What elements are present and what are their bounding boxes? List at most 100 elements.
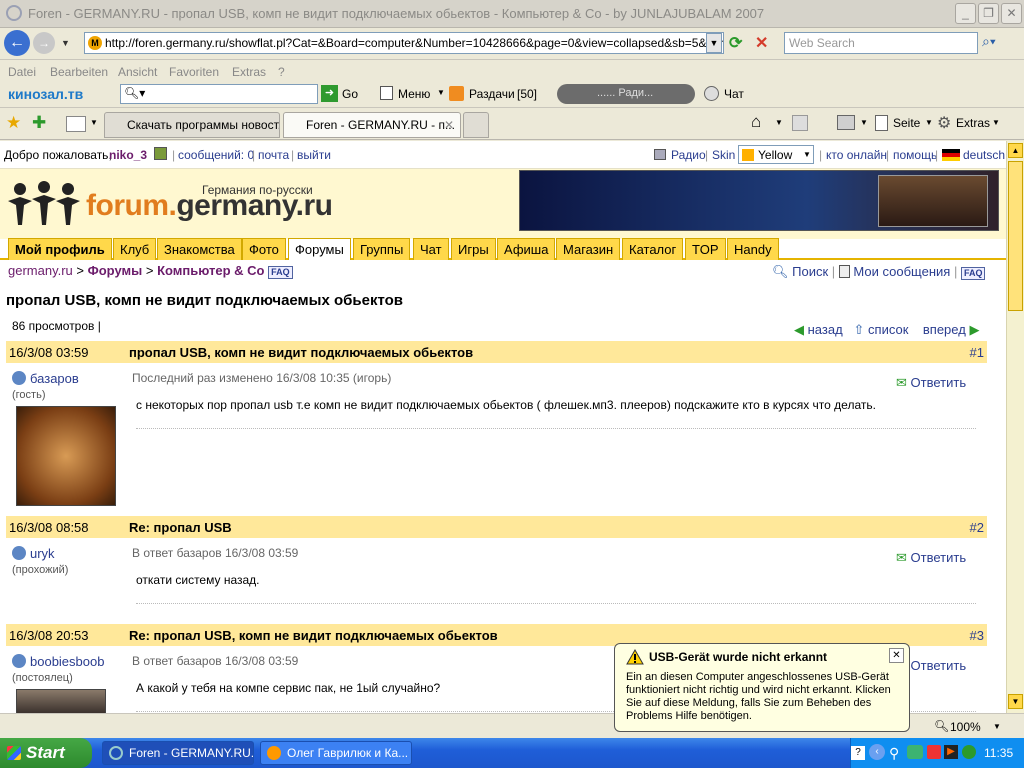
vertical-scrollbar[interactable]: ▲ ▼	[1006, 141, 1024, 713]
post-number-link[interactable]: #3	[970, 628, 984, 643]
menu-file[interactable]: Datei	[8, 65, 36, 79]
menu-view[interactable]: Ansicht	[118, 65, 157, 79]
page-dropdown-icon[interactable]: ▼	[925, 118, 933, 127]
forward-button[interactable]: →	[33, 32, 55, 54]
breadcrumb-site[interactable]: germany.ru	[8, 263, 73, 278]
tab-club[interactable]: Клуб	[113, 238, 157, 260]
back-link[interactable]: назад	[808, 322, 843, 337]
menu-extras[interactable]: Extras	[232, 65, 266, 79]
address-bar[interactable]: M http://foren.germany.ru/showflat.pl?Ca…	[84, 32, 724, 54]
skin-link[interactable]: Skin	[712, 148, 735, 162]
tab-my-profile[interactable]: Мой профиль	[8, 238, 112, 260]
network-icon[interactable]	[907, 745, 923, 759]
usb-icon[interactable]: ⚲	[889, 745, 899, 762]
scroll-thumb[interactable]	[1008, 161, 1023, 311]
web-search-input[interactable]: Web Search	[784, 32, 978, 54]
scroll-down-icon[interactable]: ▼	[1008, 694, 1023, 709]
post-number-link[interactable]: #2	[970, 520, 984, 535]
chevron-down-icon[interactable]: ▼	[437, 88, 445, 97]
usb-notification-balloon[interactable]: USB-Gerät wurde nicht erkannt ✕ Ein an d…	[614, 643, 910, 732]
kinozal-brand[interactable]: кинозал.тв	[8, 86, 83, 102]
mail-link[interactable]: почта	[258, 148, 289, 162]
skin-select[interactable]: Yellow ▼	[738, 145, 814, 164]
tab-handy[interactable]: Handy	[727, 238, 779, 260]
author-link[interactable]: boobiesboob	[30, 654, 104, 669]
address-dropdown-icon[interactable]: ▼	[706, 33, 722, 53]
go-label[interactable]: Go	[342, 87, 358, 101]
task-foren-germany[interactable]: Foren - GERMANY.RU....	[102, 741, 254, 765]
razdachi-label[interactable]: Раздачи	[469, 87, 515, 101]
logout-link[interactable]: выйти	[297, 148, 331, 162]
menu-favorites[interactable]: Favoriten	[169, 65, 219, 79]
toolbar-search-input[interactable]: 🔍︎▾	[120, 84, 318, 104]
language-link[interactable]: deutsch	[963, 148, 1005, 162]
tab-games[interactable]: Игры	[451, 238, 496, 260]
scroll-up-icon[interactable]: ▲	[1008, 143, 1023, 158]
reply-button[interactable]: ✉ Ответить	[896, 550, 966, 566]
tab-foren-germany[interactable]: Foren - GERMANY.RU - п... ✕	[283, 112, 461, 138]
refresh-icon[interactable]: ⟳	[729, 33, 749, 53]
chat-label[interactable]: Чат	[724, 87, 744, 101]
menu-edit[interactable]: Bearbeiten	[50, 65, 108, 79]
page-menu[interactable]: Seite	[893, 116, 920, 130]
tab-top[interactable]: TOP	[685, 238, 726, 260]
print-icon[interactable]	[837, 115, 855, 130]
search-icon[interactable]: ⌕▾	[982, 33, 1010, 53]
faq-badge[interactable]: FAQ	[268, 266, 293, 279]
help-link[interactable]: помощь	[893, 148, 937, 162]
tab-photo[interactable]: Фото	[242, 238, 286, 260]
tab-groups[interactable]: Группы	[353, 238, 411, 260]
reply-button[interactable]: ✉ Ответить	[896, 375, 966, 391]
tray-collapse-icon[interactable]: ‹	[869, 744, 885, 760]
post-number-link[interactable]: #1	[970, 345, 984, 360]
avatar[interactable]	[16, 406, 116, 506]
radio-link[interactable]: Радио	[671, 148, 706, 162]
tab-dating[interactable]: Знакомства	[157, 238, 242, 260]
antivirus-icon[interactable]	[927, 745, 941, 759]
help-icon[interactable]: ?	[851, 746, 865, 760]
zoom-level[interactable]: 100%	[950, 720, 981, 734]
zoom-dropdown-icon[interactable]: ▼	[993, 722, 1001, 731]
stop-icon[interactable]: ✕	[755, 33, 775, 53]
task-oleg-gavrilyuk[interactable]: Олег Гаврилюк и Ка...	[260, 741, 412, 765]
tab-shop[interactable]: Магазин	[556, 238, 621, 260]
advertisement-banner[interactable]	[519, 170, 999, 231]
add-favorite-icon[interactable]: ✚	[32, 113, 46, 133]
close-balloon-icon[interactable]: ✕	[889, 648, 904, 663]
username-link[interactable]: niko_3	[109, 148, 147, 162]
messages-link[interactable]: сообщений: 0	[178, 148, 254, 162]
profile-icon[interactable]	[154, 147, 167, 160]
my-messages-link[interactable]: Мои сообщения	[853, 264, 950, 279]
list-link[interactable]: список	[868, 322, 908, 337]
favorites-star-icon[interactable]: ★	[6, 113, 21, 133]
go-arrow-icon[interactable]: ➜	[321, 85, 338, 102]
avatar[interactable]	[16, 689, 106, 713]
tab-afisha[interactable]: Афиша	[497, 238, 556, 260]
tab-list-dropdown-icon[interactable]: ▼	[90, 118, 98, 127]
who-online-link[interactable]: кто онлайн	[826, 148, 887, 162]
back-button[interactable]: ←	[4, 30, 30, 56]
print-dropdown-icon[interactable]: ▼	[860, 118, 868, 127]
tab-download-programs[interactable]: Скачать программы новост...	[104, 112, 280, 138]
breadcrumb-forums[interactable]: Форумы	[88, 263, 143, 278]
forward-link[interactable]: вперед	[923, 322, 966, 337]
close-tab-icon[interactable]: ✕	[444, 113, 454, 137]
feeds-icon[interactable]	[792, 115, 808, 131]
start-button[interactable]: Start	[0, 738, 92, 768]
quick-tabs-icon[interactable]	[66, 116, 86, 132]
media-icon[interactable]: ▶	[944, 745, 958, 759]
extras-dropdown-icon[interactable]: ▼	[992, 118, 1000, 127]
maximize-button[interactable]: ❐	[978, 3, 999, 24]
close-window-button[interactable]: ✕	[1001, 3, 1022, 24]
update-icon[interactable]	[962, 745, 976, 759]
radio-player[interactable]: ...... Ради...	[557, 84, 695, 104]
minimize-button[interactable]: _	[955, 3, 976, 24]
menu-label[interactable]: Меню	[398, 87, 430, 101]
breadcrumb-board[interactable]: Компьютер & Co	[157, 263, 264, 278]
faq-badge[interactable]: FAQ	[960, 267, 986, 280]
search-link[interactable]: Поиск	[792, 264, 828, 279]
site-logo[interactable]: forum.germany.ru	[86, 189, 333, 223]
author-link[interactable]: uryk	[30, 546, 55, 561]
menu-help[interactable]: ?	[278, 65, 285, 79]
tab-catalog[interactable]: Каталог	[622, 238, 684, 260]
